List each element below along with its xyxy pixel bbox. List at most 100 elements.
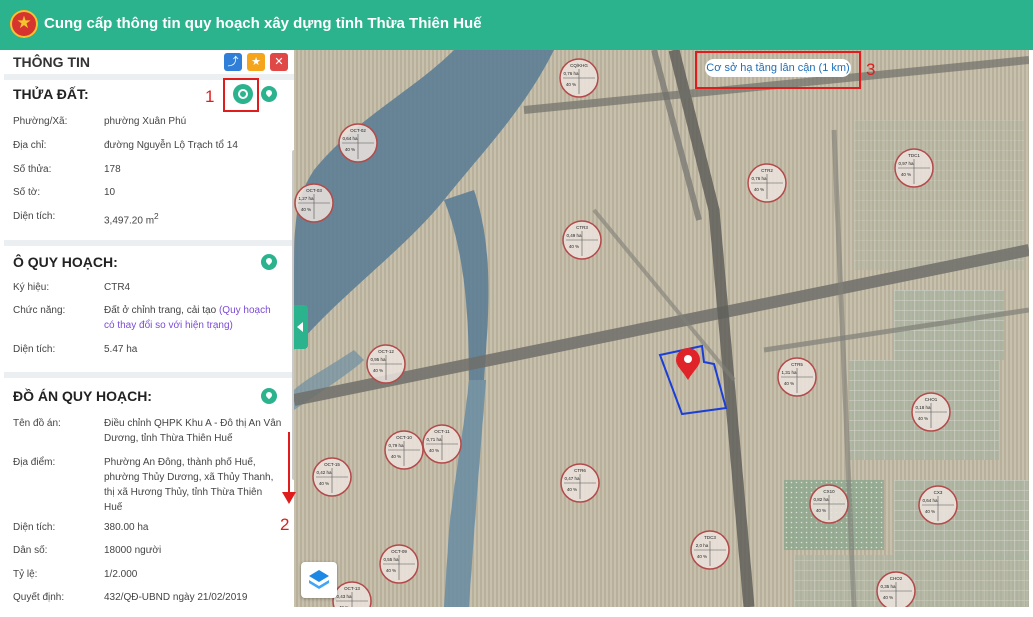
zone-area: 0,43 ha	[336, 594, 352, 599]
zone-density: 40 %	[883, 595, 893, 600]
zone-code: TDC3	[704, 535, 716, 540]
locate-zone-icon[interactable]	[261, 254, 277, 270]
zone-area: 0,82 ha	[813, 497, 829, 502]
field-label: Phường/Xã:	[13, 116, 68, 127]
zone-marker[interactable]: CTR6 0,47 ha 40 %	[560, 463, 600, 503]
field-value-text: Phường An Đông, thành phố Huế, phường Th…	[104, 457, 274, 513]
zone-code: OCT-11	[434, 429, 450, 434]
annotation-number-3: 3	[866, 60, 876, 79]
field-value-text: Đất ở chỉnh trang, cải tạo	[104, 305, 217, 316]
app-header: Cung cấp thông tin quy hoạch xây dựng tỉ…	[0, 0, 1033, 50]
zone-section: Ô QUY HOẠCH: Ký hiệu: CTR4 Chức năng: Đất ở…	[4, 246, 294, 372]
panel-title: THÔNG TIN	[13, 54, 90, 70]
field-label: Quyết định:	[13, 592, 65, 603]
field-value: CTR4	[104, 280, 282, 295]
zone-marker[interactable]: OCT-11 0,71 ha 40 %	[422, 424, 462, 464]
zone-marker[interactable]: OCT-12 0,95 ha 40 %	[366, 344, 406, 384]
zone-code: OCT-12	[378, 349, 394, 354]
zone-area: 0,76 ha	[751, 176, 767, 181]
field-label: Diện tích:	[13, 211, 56, 222]
field-value: 18000 người	[104, 543, 282, 558]
zone-density: 40 %	[754, 187, 764, 192]
zone-density: 40 %	[918, 416, 928, 421]
zone-code: OCT-15	[324, 462, 340, 467]
zone-density: 40 %	[784, 381, 794, 386]
zone-marker[interactable]: CX3 0,64 ha 40 %	[918, 485, 958, 525]
zone-marker[interactable]: TDC3 2,0 ha 40 %	[690, 530, 730, 570]
zone-density: 40 %	[566, 82, 576, 87]
zone-marker[interactable]: CHO2 0,35 ha 40 %	[876, 571, 916, 607]
field-value: đường Nguyễn Lộ Trạch tổ 14	[104, 138, 282, 153]
zone-area: 0,71 ha	[426, 437, 442, 442]
zone-area: 0,76 ha	[563, 71, 579, 76]
zone-area: 0,64 ha	[342, 136, 358, 141]
info-panel: THÔNG TIN ⤴ ★ ✕ THỬA ĐẤT: Phường/Xã: phườ…	[4, 50, 294, 607]
zone-area: 1,27 ha	[298, 196, 314, 201]
zone-marker[interactable]: OCT-02 0,64 ha 40 %	[338, 123, 378, 163]
satellite-map[interactable]: CQ/KHG0,76 ha40 %OCT-020,64 ha40 %OCT-03…	[294, 50, 1029, 607]
zone-density: 40 %	[319, 481, 329, 486]
zone-density: 40 %	[373, 368, 383, 373]
field-value: 10	[104, 185, 282, 200]
zone-area: 0,18 ha	[915, 405, 931, 410]
field-value: 3,497.20 m2	[104, 209, 282, 228]
layers-icon	[309, 570, 329, 589]
zone-marker[interactable]: CX10 0,82 ha 40 %	[809, 484, 849, 524]
field-value: phường Xuân Phú	[104, 114, 282, 129]
zone-code: CHO2	[890, 576, 903, 581]
locate-plan-icon[interactable]	[261, 388, 277, 404]
zone-density: 40 %	[925, 509, 935, 514]
zone-marker[interactable]: OCT-03 1,27 ha 40 %	[294, 183, 334, 223]
zone-title: Ô QUY HOẠCH:	[13, 254, 118, 270]
zone-code: CTR3	[576, 225, 588, 230]
field-value: Điều chỉnh QHPK Khu A - Đô thị An Vân Dư…	[104, 416, 282, 446]
annotation-box-1	[223, 78, 259, 112]
zone-density: 40 %	[386, 568, 396, 573]
zone-density: 40 %	[391, 454, 401, 459]
star-icon[interactable]: ★	[247, 53, 265, 71]
zone-marker[interactable]: TDC1 0,97 ha 40 %	[894, 148, 934, 188]
locate-parcel-icon[interactable]	[261, 86, 277, 102]
annotation-number-2: 2	[280, 515, 290, 534]
zone-area: 0,79 ha	[388, 443, 404, 448]
zone-marker[interactable]: CTR5 1,31 ha 40 %	[777, 357, 817, 397]
zone-marker[interactable]: CQ/KHG 0,76 ha 40 %	[559, 58, 599, 98]
zone-marker[interactable]: CHO1 0,18 ha 40 %	[911, 392, 951, 432]
zone-density: 40 %	[569, 244, 579, 249]
field-value-text: 178	[104, 164, 121, 175]
zone-code: CTR5	[791, 362, 803, 367]
zone-marker[interactable]: OCT-15 0,42 ha 40 %	[312, 457, 352, 497]
plan-section: ĐỒ ÁN QUY HOẠCH: Tên đồ án: Điều chỉnh QH…	[4, 378, 294, 607]
field-value-text: 18000 người	[104, 545, 162, 556]
field-value-text: 1/2.000	[104, 569, 138, 580]
zone-area: 0,35 ha	[880, 584, 896, 589]
zone-marker[interactable]: OCT-09 0,55 ha 40 %	[379, 544, 419, 584]
field-label: Chức năng:	[13, 305, 66, 316]
zone-marker[interactable]: CTR2 0,76 ha 40 %	[747, 163, 787, 203]
field-label: Tỷ lệ:	[13, 569, 38, 580]
field-value: 178	[104, 162, 282, 177]
zone-code: OCT-09	[391, 549, 407, 554]
layers-button[interactable]	[301, 562, 337, 598]
collapse-panel-button[interactable]	[294, 305, 308, 349]
field-value-text: CTR4	[104, 282, 131, 293]
zone-density: 40 %	[345, 147, 355, 152]
close-icon[interactable]: ✕	[270, 53, 288, 71]
bottom-strip	[0, 607, 1033, 617]
panel-header: THÔNG TIN ⤴ ★ ✕	[4, 50, 294, 74]
field-value: Phường An Đông, thành phố Huế, phường Th…	[104, 455, 282, 515]
unit-superscript: 2	[154, 211, 159, 221]
field-value-text: 432/QĐ-UBND ngày 21/02/2019	[104, 592, 248, 603]
field-label: Dân số:	[13, 545, 48, 556]
zone-area: 0,95 ha	[370, 357, 386, 362]
share-icon[interactable]: ⤴	[224, 53, 242, 71]
zone-density: 40 %	[816, 508, 826, 513]
field-value-text: Điều chỉnh QHPK Khu A - Đô thị An Vân Dư…	[104, 418, 282, 444]
zone-marker[interactable]: OCT-10 0,79 ha 40 %	[384, 430, 424, 470]
zone-code: CTR6	[574, 468, 586, 473]
map-view[interactable]: CQ/KHG 0,76 ha 40 % OCT-02 0,64 ha 40 % OCT-03…	[294, 50, 1029, 607]
field-label: Số thửa:	[13, 164, 52, 175]
zone-code: CTR2	[761, 168, 773, 173]
zone-density: 40 %	[901, 172, 911, 177]
zone-marker[interactable]: CTR3 0,49 ha 40 %	[562, 220, 602, 260]
